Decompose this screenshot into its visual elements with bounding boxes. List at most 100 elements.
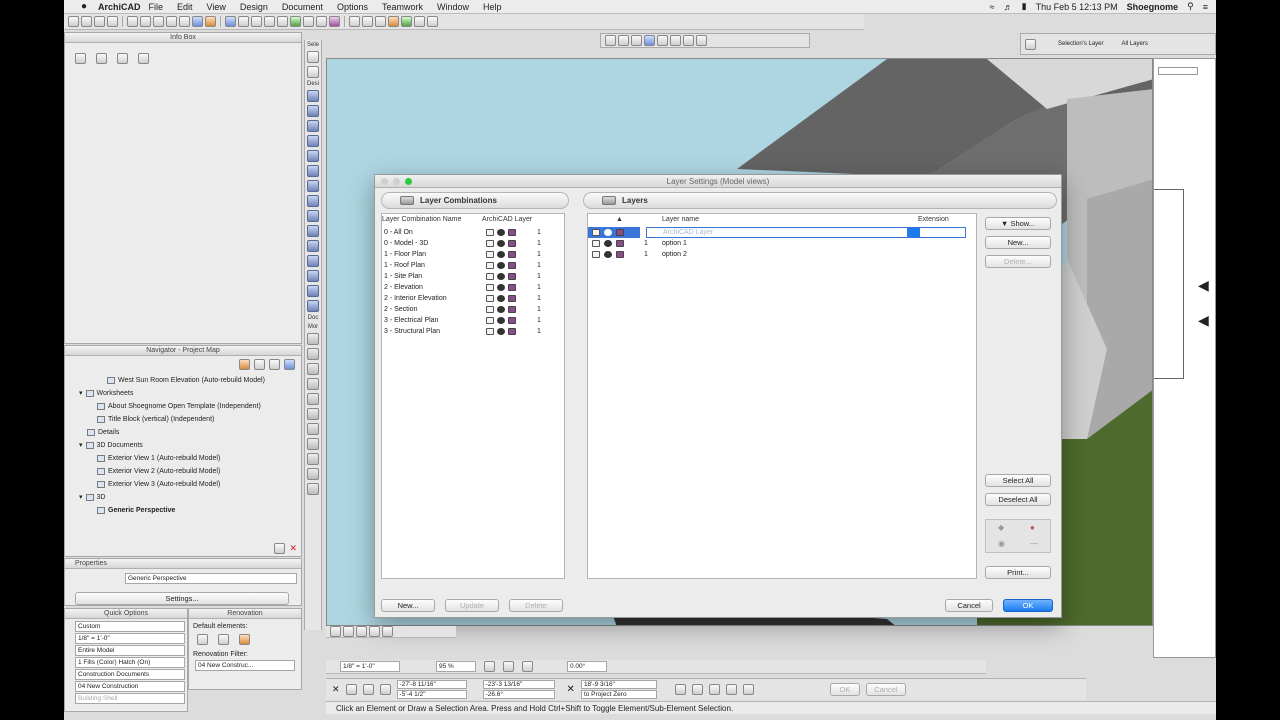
cutaway-icon[interactable] [670, 35, 681, 46]
lock-icon[interactable] [486, 328, 494, 335]
menu-file[interactable]: File [149, 2, 164, 12]
selections-layer-label[interactable]: Selection's Layer [1058, 41, 1104, 47]
grid-icon[interactable] [238, 16, 249, 27]
close-icon[interactable]: ✕ [567, 684, 575, 695]
close-window-icon[interactable] [381, 178, 388, 185]
unlock-all-icon[interactable]: ◆ [998, 523, 1004, 532]
zoom-field[interactable]: 95 % [436, 661, 476, 672]
text-tool-icon[interactable] [307, 363, 319, 375]
figure-tool-icon[interactable] [307, 468, 319, 480]
guide-icon[interactable] [251, 16, 262, 27]
wireframe-icon[interactable] [508, 262, 516, 269]
combo-row[interactable]: 2 - Section 1 [382, 304, 564, 315]
combo-row[interactable]: 1 - Roof Plan 1 [382, 260, 564, 271]
elevation-icon[interactable] [316, 16, 327, 27]
lock-icon[interactable] [486, 229, 494, 236]
angle-field[interactable]: -26.6° [482, 690, 555, 699]
wireframe-icon[interactable] [508, 306, 516, 313]
clock[interactable]: Thu Feb 5 12:13 PM [1036, 2, 1118, 12]
section-icon[interactable] [303, 16, 314, 27]
lock-icon[interactable] [486, 284, 494, 291]
app-menu[interactable]: ArchiCAD [98, 2, 141, 12]
cursor-icon[interactable] [264, 16, 275, 27]
tracker-cancel-button[interactable]: Cancel [865, 683, 906, 696]
quick-option-layer-combo[interactable]: Building Shell [75, 693, 185, 704]
zoom-out-icon[interactable] [427, 16, 438, 27]
copy-icon[interactable] [140, 16, 151, 27]
scale-field[interactable]: 1/8" = 1'-0" [340, 661, 400, 672]
user-menu[interactable]: Shoegnome [1127, 2, 1179, 12]
lock-all-icon[interactable]: ● [1030, 523, 1035, 532]
wireframe-icon[interactable] [508, 240, 516, 247]
tree-item[interactable]: About Shoegnome Open Template (Independe… [79, 400, 301, 413]
print-button[interactable]: Print... [985, 566, 1051, 579]
combo-delete-button[interactable]: Delete [509, 599, 563, 612]
line-tool-icon[interactable] [307, 408, 319, 420]
eye-icon[interactable] [497, 251, 505, 258]
object-tool-icon[interactable] [307, 135, 319, 147]
wireframe-icon[interactable] [508, 295, 516, 302]
arrow-select-icon[interactable] [75, 53, 86, 64]
layers-icon[interactable] [349, 16, 360, 27]
zoom-window-icon[interactable] [405, 178, 412, 185]
lock-icon[interactable] [486, 317, 494, 324]
all-layers-label[interactable]: All Layers [1122, 41, 1148, 47]
quick-option-structure[interactable]: Entire Model [75, 645, 185, 656]
layer-row[interactable]: 1 option 2 [588, 249, 976, 260]
extension-column-header[interactable]: Extension [918, 216, 949, 223]
wireframe-icon[interactable] [508, 328, 516, 335]
wireframe-icon[interactable] [616, 251, 624, 258]
eye-icon[interactable] [604, 240, 612, 247]
disclosure-icon[interactable]: ▾ [79, 387, 83, 400]
lock-icon[interactable] [592, 251, 600, 258]
floor-plan-icon[interactable] [290, 16, 301, 27]
layer-row[interactable]: 1 option 1 [588, 238, 976, 249]
sun-icon[interactable] [657, 35, 668, 46]
show-dropdown-button[interactable]: ▼ Show... [985, 217, 1051, 230]
delta-z-field[interactable]: 18'-9 3/16" [580, 680, 657, 689]
delta-y-field[interactable]: -5'-4 1/2" [396, 690, 467, 699]
menu-edit[interactable]: Edit [177, 2, 193, 12]
tracker-ok-button[interactable]: OK [829, 683, 860, 696]
eye-icon[interactable] [497, 229, 505, 236]
eye-icon[interactable] [604, 229, 612, 236]
column-tool-icon[interactable] [307, 150, 319, 162]
quick-option-favorites[interactable]: Custom [75, 621, 185, 632]
camera-icon[interactable] [644, 35, 655, 46]
eye-icon[interactable] [497, 273, 505, 280]
combo-row[interactable]: 2 - Interior Elevation 1 [382, 293, 564, 304]
navigator-settings-icon[interactable] [274, 543, 286, 554]
lock-icon[interactable] [592, 240, 600, 247]
magic-wand-icon[interactable] [725, 684, 737, 695]
wireframe-icon[interactable] [616, 240, 624, 247]
style-icon[interactable] [683, 35, 694, 46]
ok-button[interactable]: OK [1003, 599, 1053, 612]
deselect-all-button[interactable]: Deselect All [985, 493, 1051, 506]
rotate-select-icon[interactable] [117, 53, 128, 64]
volume-icon[interactable]: ♬ [1004, 2, 1013, 12]
quick-option-renovation[interactable]: 04 New Construction [75, 681, 185, 692]
navigate-icon[interactable] [382, 626, 393, 637]
undo-icon[interactable] [166, 16, 177, 27]
sort-column-icon[interactable]: ▲ [616, 216, 623, 223]
eye-icon[interactable] [497, 317, 505, 324]
wireframe-icon[interactable] [508, 284, 516, 291]
pick-up-icon[interactable] [192, 16, 203, 27]
eye-icon[interactable] [497, 328, 505, 335]
tree-item[interactable]: Exterior View 1 (Auto-rebuild Model) [79, 452, 301, 465]
combo-row[interactable]: 3 - Structural Plan 1 [382, 326, 564, 337]
edit-icon[interactable] [708, 684, 720, 695]
teamwork-icon[interactable] [401, 16, 412, 27]
wireframe-icon[interactable] [508, 273, 516, 280]
combo-update-button[interactable]: Update [445, 599, 499, 612]
zoom-in-icon[interactable] [330, 626, 341, 637]
arc-tool-icon[interactable] [307, 423, 319, 435]
door-tool-icon[interactable] [307, 105, 319, 117]
tree-item[interactable]: West Sun Room Elevation (Auto-rebuild Mo… [79, 374, 301, 387]
combo-name-column-header[interactable]: Layer Combination Name [382, 216, 461, 223]
roof-tool-icon[interactable] [307, 210, 319, 222]
quick-option-model-view[interactable]: Construction Documents [75, 669, 185, 680]
layer-eye-icon[interactable] [1025, 38, 1036, 50]
renovation-icon[interactable] [388, 16, 399, 27]
project-map-icon[interactable] [239, 359, 250, 370]
